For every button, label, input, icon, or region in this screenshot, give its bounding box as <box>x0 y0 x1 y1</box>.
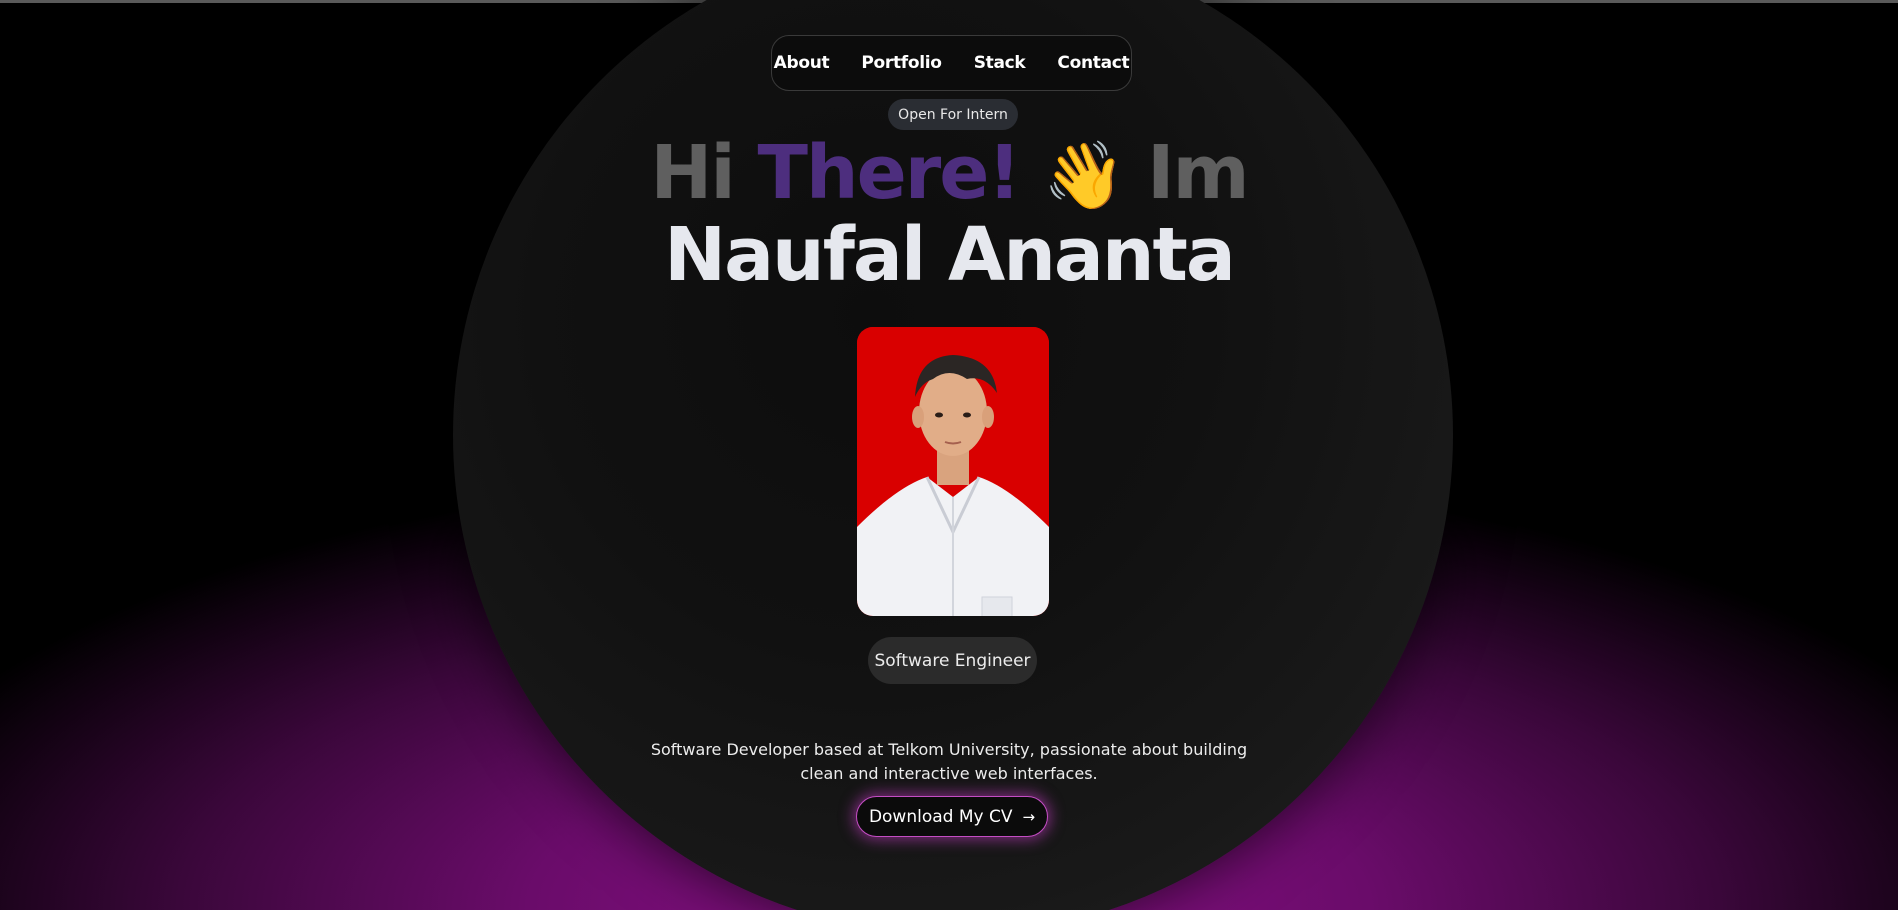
download-cv-button[interactable]: Download My CV → <box>856 796 1048 837</box>
top-navigation: About Portfolio Stack Contact <box>771 35 1132 91</box>
nav-link-portfolio[interactable]: Portfolio <box>861 53 942 73</box>
nav-link-contact[interactable]: Contact <box>1057 53 1129 73</box>
nav-link-about[interactable]: About <box>774 53 830 73</box>
arrow-right-icon: → <box>1022 807 1036 826</box>
hero-greeting: Hi There! 👋 Im <box>0 128 1898 221</box>
download-cv-label: Download My CV <box>868 806 1013 827</box>
profile-photo <box>857 327 1049 616</box>
page: About Portfolio Stack Contact Open For I… <box>0 0 1898 910</box>
bio-description: Software Developer based at Telkom Unive… <box>650 740 1248 783</box>
hero-im: Im <box>1146 130 1250 216</box>
nav-link-stack[interactable]: Stack <box>974 53 1026 73</box>
hero-name: Naufal Ananta <box>664 212 1236 298</box>
hero-there: There! <box>757 130 1021 216</box>
waving-hand-icon: 👋 <box>1043 137 1125 214</box>
hero-hi: Hi <box>650 130 735 216</box>
open-for-intern-badge: Open For Intern <box>888 99 1018 130</box>
role-badge: Software Engineer <box>868 637 1037 684</box>
